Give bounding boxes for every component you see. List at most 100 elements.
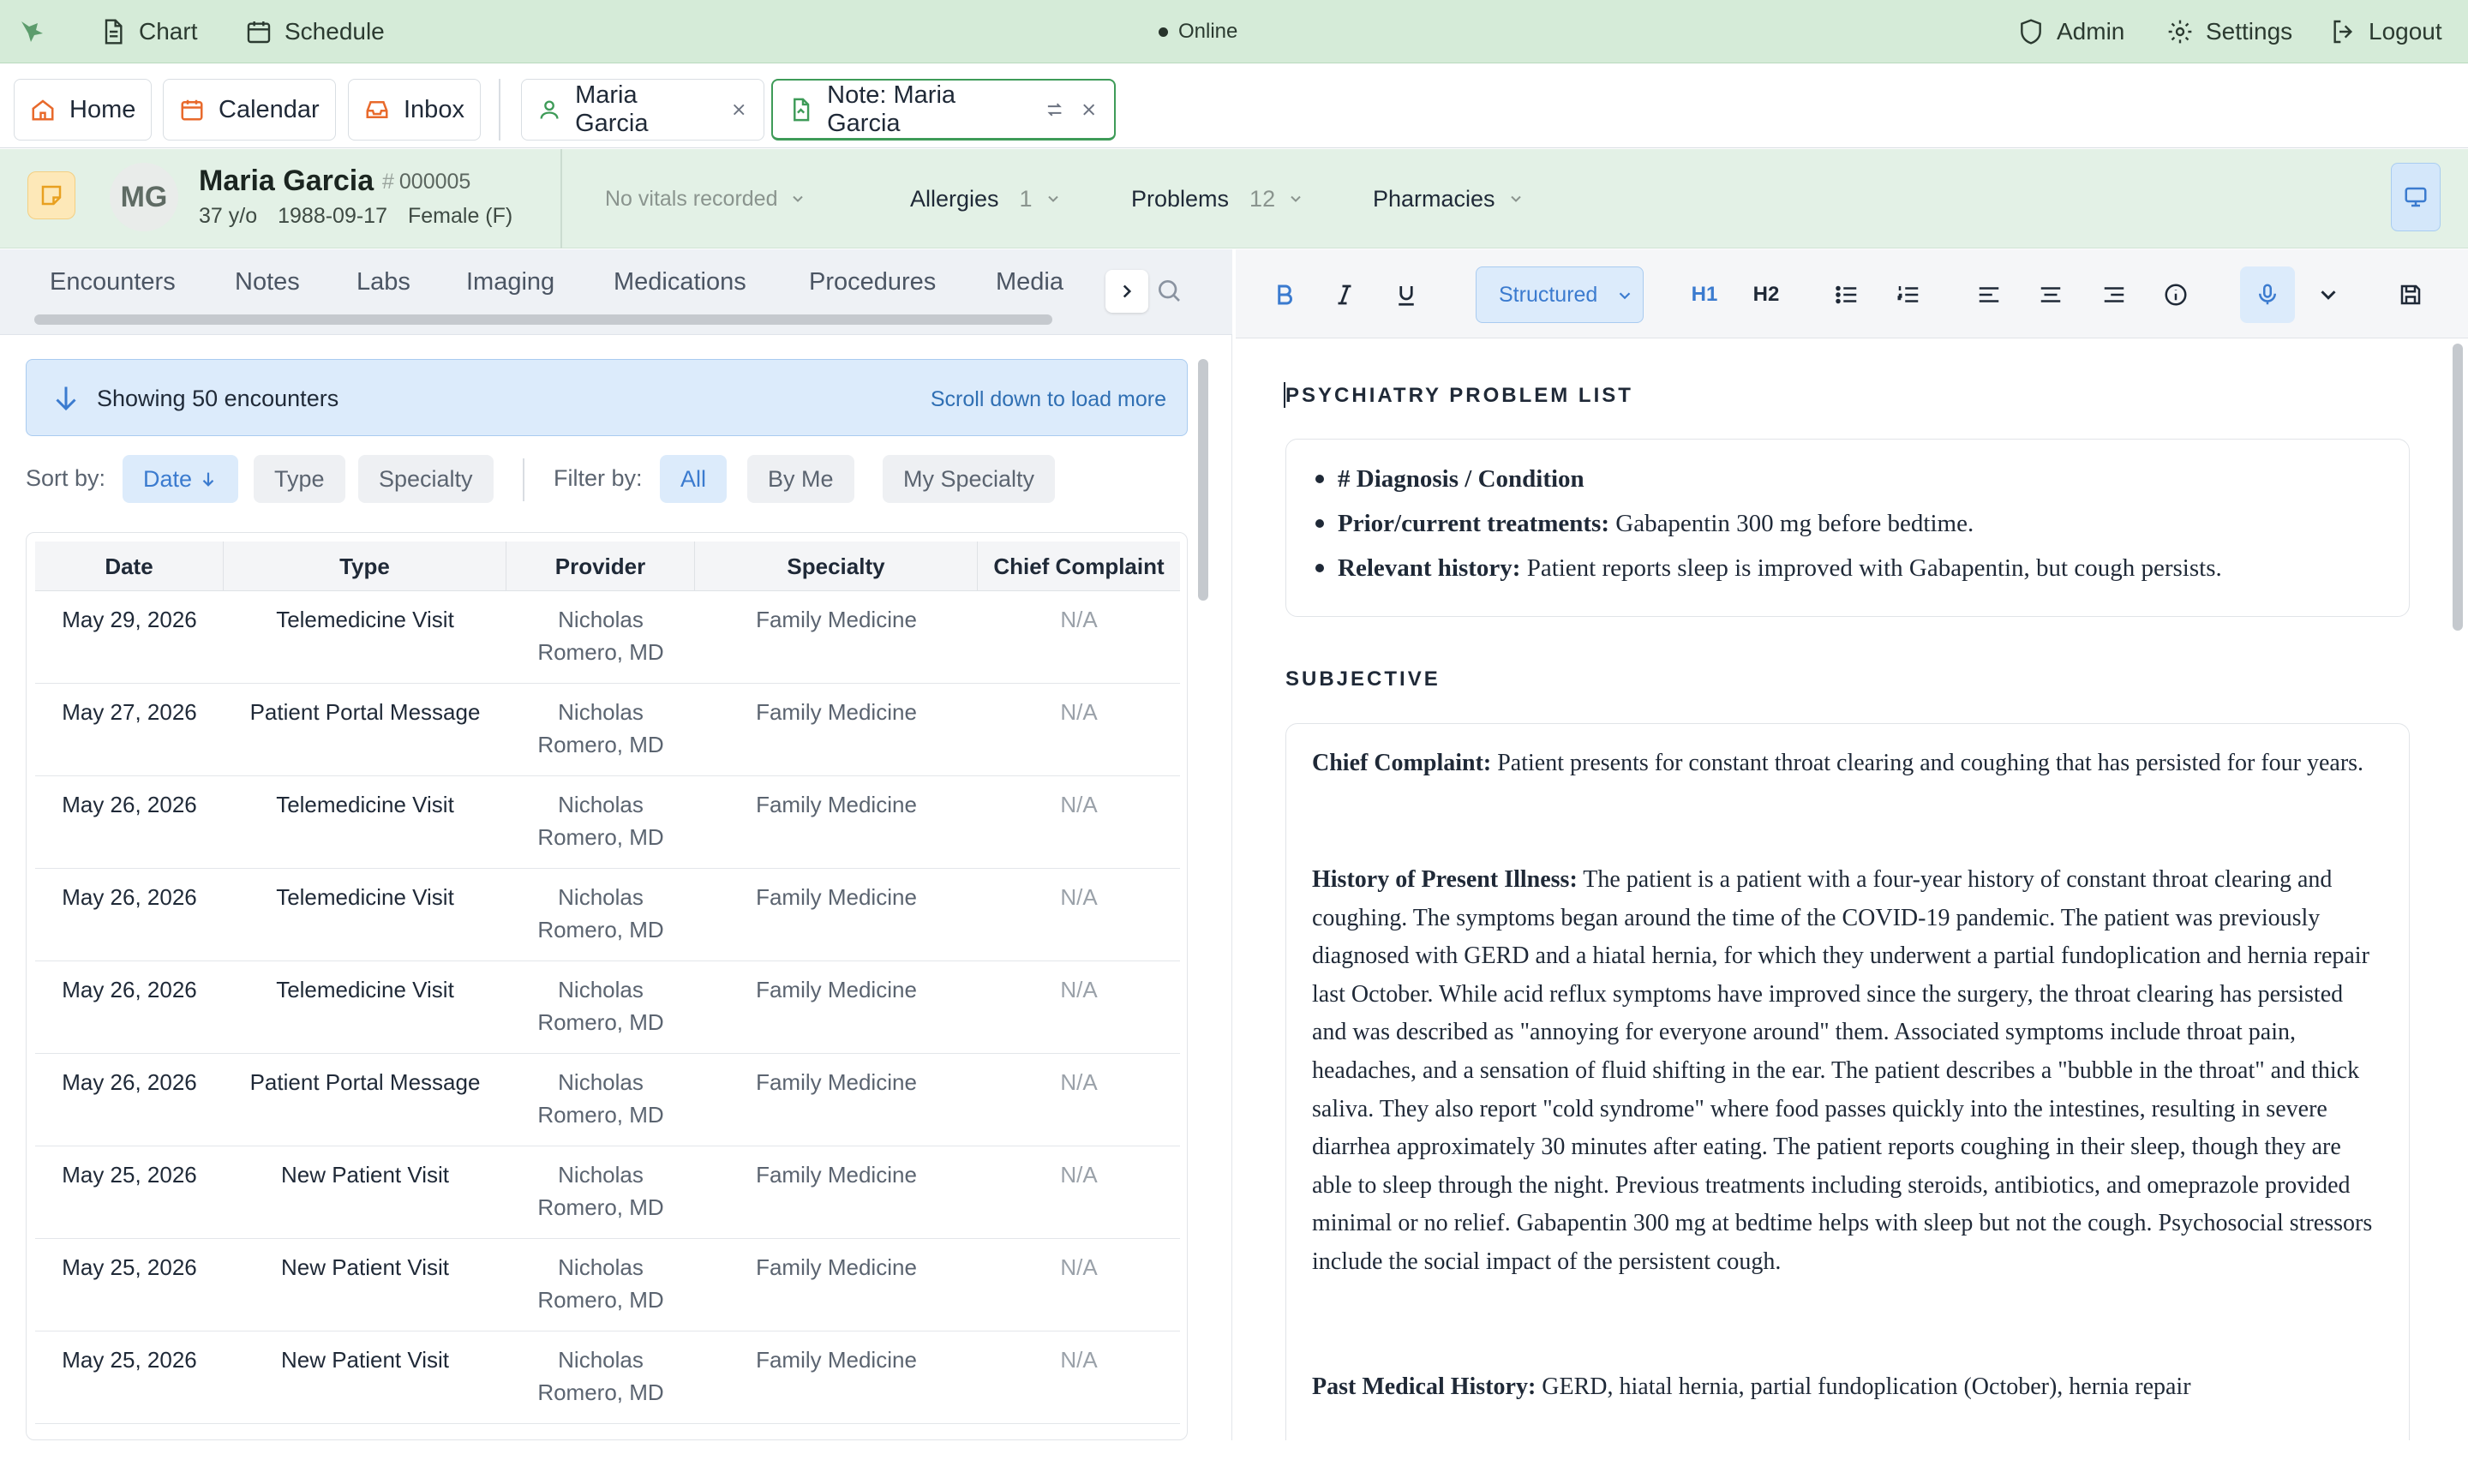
- scroll-tabs-right-button[interactable]: [1105, 270, 1148, 313]
- note-editor-body[interactable]: PSYCHIATRY PROBLEM LIST # Diagnosis / Co…: [1236, 339, 2468, 1440]
- table-row[interactable]: May 27, 2026 Patient Portal Message Nichol…: [35, 684, 1180, 776]
- dictation-button[interactable]: [2240, 266, 2295, 323]
- cell-type: New Patient Visit: [280, 1162, 450, 1188]
- sort-specialty-button[interactable]: Specialty: [358, 455, 494, 503]
- subtab-labs[interactable]: Labs: [356, 268, 410, 296]
- filter-my-specialty-button[interactable]: My Specialty: [883, 455, 1056, 503]
- heading1-button[interactable]: H1: [1681, 272, 1728, 318]
- tab-patient-maria-garcia[interactable]: Maria Garcia: [521, 79, 764, 141]
- table-row[interactable]: May 26, 2026 Telemedicine Visit Nicholas Ro…: [35, 961, 1180, 1054]
- note-format-select[interactable]: Structured: [1476, 266, 1644, 323]
- table-row[interactable]: May 29, 2026 Telemedicine Visit Nicholas Ro…: [35, 591, 1180, 684]
- column-header-chief-complaint[interactable]: Chief Complaint: [978, 542, 1180, 591]
- hpi-paragraph: History of Present Illness: The patient …: [1312, 861, 2383, 1282]
- cell-complaint: N/A: [1060, 699, 1098, 725]
- subtab-imaging[interactable]: Imaging: [466, 268, 554, 296]
- subjective-card[interactable]: Chief Complaint: Patient presents for co…: [1285, 723, 2410, 1440]
- editor-scrollbar[interactable]: [2453, 344, 2463, 631]
- tab-calendar[interactable]: Calendar: [163, 79, 336, 141]
- admin-button[interactable]: Admin: [2017, 0, 2124, 63]
- sort-type-button[interactable]: Type: [254, 455, 345, 503]
- provider-first-line: Nicholas: [558, 1347, 644, 1373]
- status-label: Online: [1178, 20, 1238, 43]
- heading2-button[interactable]: H2: [1743, 272, 1789, 318]
- align-left-button[interactable]: [1966, 272, 2012, 318]
- table-row[interactable]: May 26, 2026 Telemedicine Visit Nicholas Ro…: [35, 869, 1180, 961]
- subtab-media[interactable]: Media: [996, 268, 1063, 296]
- provider-second-line: Romero, MD: [537, 639, 664, 665]
- filter-by-me-button[interactable]: By Me: [747, 455, 854, 503]
- logout-button[interactable]: Logout: [2329, 0, 2442, 63]
- column-header-specialty[interactable]: Specialty: [695, 542, 978, 591]
- table-row[interactable]: May 25, 2026 New Patient Visit Nicholas Rom…: [35, 1331, 1180, 1424]
- chart-nav-button[interactable]: Chart: [99, 0, 197, 63]
- horizontal-scrollbar[interactable]: [34, 314, 1052, 325]
- cell-complaint: N/A: [1060, 1347, 1098, 1373]
- patient-id: #000005: [382, 170, 471, 194]
- logout-icon: [2333, 20, 2353, 44]
- bullet-list-icon: [1836, 285, 1857, 304]
- subtab-procedures[interactable]: Procedures: [809, 268, 936, 296]
- subtab-medications[interactable]: Medications: [614, 268, 746, 296]
- cell-type: Patient Portal Message: [249, 1069, 481, 1095]
- provider-first-line: Nicholas: [558, 699, 644, 725]
- settings-button[interactable]: Settings: [2166, 0, 2292, 63]
- tab-home[interactable]: Home: [14, 79, 153, 141]
- close-icon[interactable]: [1079, 99, 1099, 120]
- problem-list-card[interactable]: # Diagnosis / Condition Prior/current tr…: [1285, 439, 2410, 617]
- align-right-button[interactable]: [2091, 272, 2137, 318]
- tab-inbox[interactable]: Inbox: [348, 79, 481, 141]
- save-button[interactable]: [2387, 272, 2434, 318]
- search-icon[interactable]: [1155, 277, 1183, 304]
- swap-icon[interactable]: [1045, 99, 1064, 120]
- bold-button[interactable]: [1261, 272, 1308, 318]
- provider-first-line: Nicholas: [558, 884, 644, 910]
- section-title-subjective: SUBJECTIVE: [1285, 667, 1441, 691]
- italic-button[interactable]: [1321, 272, 1368, 318]
- history-text: Patient reports sleep is improved with G…: [1520, 554, 2222, 582]
- more-options-button[interactable]: [2305, 272, 2351, 318]
- numbered-list-button[interactable]: [1885, 272, 1932, 318]
- underline-button[interactable]: [1383, 272, 1429, 318]
- schedule-nav-button[interactable]: Schedule: [245, 0, 385, 63]
- patient-demographics: 37 y/o 1988-09-17 Female (F): [199, 204, 512, 229]
- cell-type: New Patient Visit: [280, 1347, 450, 1373]
- table-row[interactable]: May 25, 2026 New Patient Visit Nicholas Rom…: [35, 1146, 1180, 1239]
- sticky-note-button[interactable]: [27, 171, 75, 219]
- column-header-provider[interactable]: Provider: [506, 542, 695, 591]
- chevron-down-icon: [1047, 195, 1058, 202]
- display-mode-button[interactable]: [2391, 163, 2441, 231]
- column-header-type[interactable]: Type: [224, 542, 506, 591]
- filter-all-button[interactable]: All: [660, 455, 728, 503]
- vitals-dropdown[interactable]: No vitals recorded: [605, 149, 806, 248]
- cell-date: May 25, 2026: [62, 1162, 197, 1188]
- cell-provider: Nicholas Romero, MD: [506, 788, 695, 853]
- allergies-count: 1: [1019, 185, 1033, 212]
- close-icon[interactable]: [729, 99, 748, 120]
- allergies-dropdown[interactable]: Allergies 1: [910, 149, 1062, 248]
- pharmacies-dropdown[interactable]: Pharmacies: [1373, 149, 1525, 248]
- info-button[interactable]: [2153, 272, 2199, 318]
- table-row[interactable]: May 25, 2026 New Patient Visit Nicholas Rom…: [35, 1239, 1180, 1331]
- column-header-date[interactable]: Date: [35, 542, 224, 591]
- app-logo[interactable]: [19, 0, 46, 63]
- table-row[interactable]: May 26, 2026 Patient Portal Message Nichol…: [35, 1054, 1180, 1146]
- chart-subtabs: Encounters Notes Labs Imaging Medication…: [0, 249, 1232, 335]
- chevron-right-icon: [1123, 284, 1132, 298]
- pharmacies-label: Pharmacies: [1373, 185, 1495, 212]
- bullet-list-button[interactable]: [1824, 272, 1870, 318]
- tab-note-maria-garcia[interactable]: Note: Maria Garcia: [771, 79, 1116, 141]
- table-row[interactable]: May 26, 2026 Telemedicine Visit Nicholas Ro…: [35, 776, 1180, 869]
- subtab-notes[interactable]: Notes: [235, 268, 300, 296]
- align-center-button[interactable]: [2028, 272, 2074, 318]
- heading2-label: H2: [1752, 283, 1780, 306]
- load-more-link[interactable]: Scroll down to load more: [931, 387, 1166, 412]
- sort-date-button[interactable]: Date: [123, 455, 239, 503]
- list-item: # Diagnosis / Condition: [1312, 457, 2383, 501]
- subtab-encounters[interactable]: Encounters: [50, 268, 176, 296]
- list-item: Relevant history: Patient reports sleep …: [1312, 546, 2383, 590]
- provider-second-line: Romero, MD: [537, 1194, 664, 1220]
- provider-first-line: Nicholas: [558, 977, 644, 1002]
- problems-dropdown[interactable]: Problems 12: [1131, 149, 1304, 248]
- bold-icon: [1278, 284, 1292, 305]
